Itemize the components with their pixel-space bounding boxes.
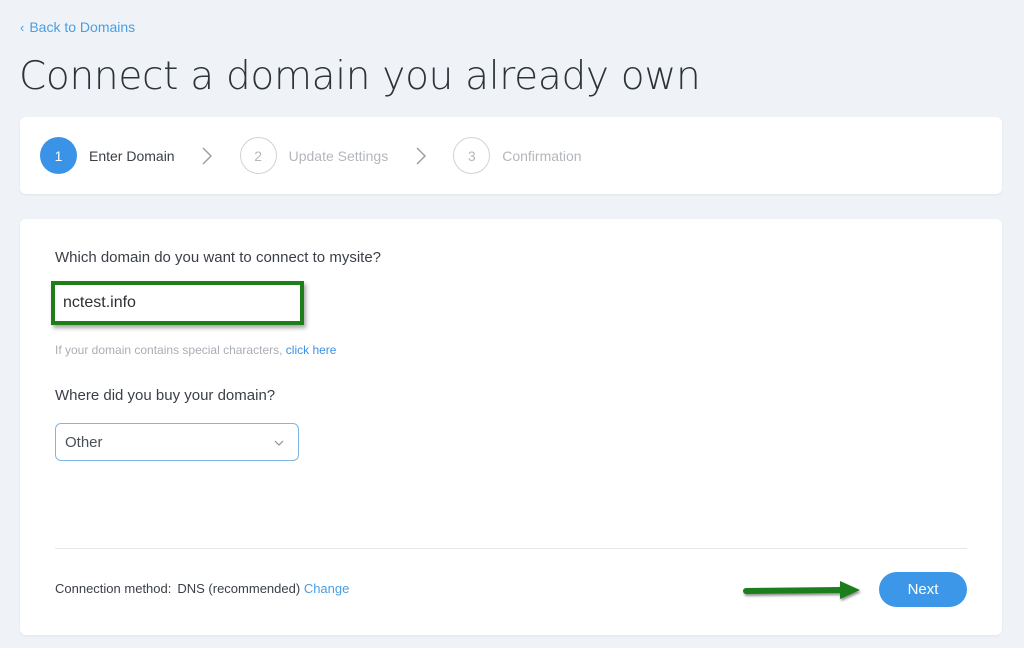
step-number-badge: 1	[40, 137, 77, 174]
stepper-card: 1 Enter Domain 2 Update Settings 3 Confi…	[20, 117, 1002, 194]
stepper: 1 Enter Domain 2 Update Settings 3 Confi…	[20, 117, 1002, 194]
step-confirmation: 3 Confirmation	[453, 137, 582, 174]
chevron-right-icon	[388, 146, 453, 166]
back-link-label: Back to Domains	[29, 19, 136, 35]
step-label: Update Settings	[288, 147, 389, 164]
step-enter-domain: 1 Enter Domain	[40, 137, 175, 174]
domain-question-label: Which domain do you want to connect to m…	[55, 249, 382, 266]
provider-select[interactable]: Other	[55, 423, 299, 461]
arrow-annotation-icon	[742, 579, 864, 610]
step-label: Enter Domain	[89, 147, 175, 164]
chevron-left-icon: ‹	[20, 19, 25, 35]
divider	[55, 548, 967, 549]
special-characters-hint: If your domain contains special characte…	[55, 343, 336, 357]
page-title: Connect a domain you already own	[19, 54, 701, 99]
domain-form-card: Which domain do you want to connect to m…	[20, 219, 1002, 635]
hint-text: If your domain contains special characte…	[55, 343, 283, 357]
domain-input-highlight	[51, 281, 304, 325]
provider-question-label: Where did you buy your domain?	[55, 387, 276, 404]
step-number-badge: 3	[453, 137, 491, 174]
step-label: Confirmation	[502, 147, 582, 164]
chevron-right-icon	[175, 146, 240, 166]
step-number-badge: 2	[239, 137, 277, 174]
domain-input[interactable]	[55, 285, 300, 321]
connection-method: Connection method: DNS (recommended) Chan…	[55, 581, 349, 596]
back-to-domains-link[interactable]: ‹ Back to Domains	[20, 19, 135, 35]
chevron-down-icon	[274, 433, 284, 451]
connection-method-value: DNS (recommended)	[177, 581, 301, 596]
step-update-settings: 2 Update Settings	[239, 137, 389, 174]
change-connection-link[interactable]: Change	[304, 581, 350, 596]
next-button[interactable]: Next	[879, 572, 967, 607]
connection-method-label: Connection method:	[55, 581, 172, 596]
provider-selected-value: Other	[65, 433, 103, 451]
click-here-link[interactable]: click here	[286, 343, 337, 357]
